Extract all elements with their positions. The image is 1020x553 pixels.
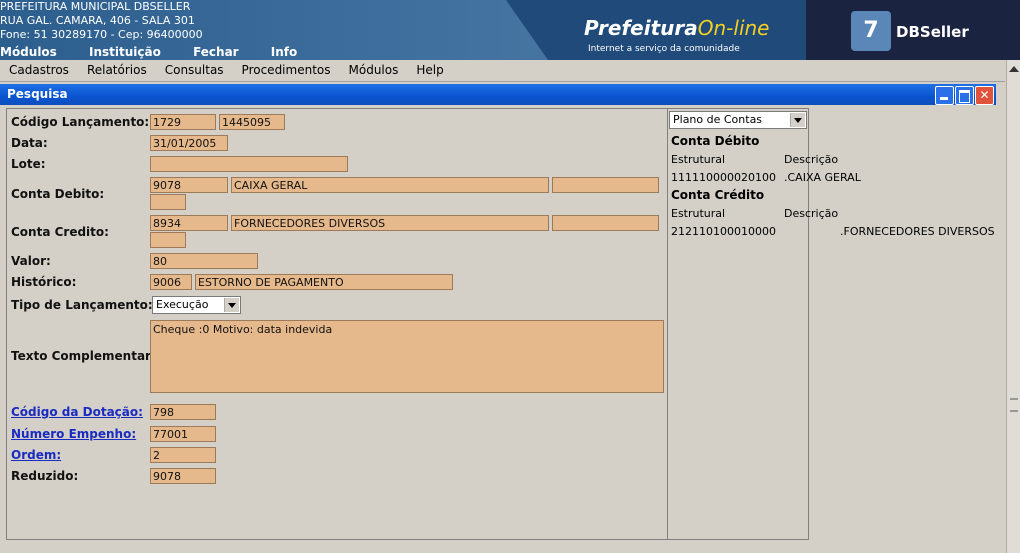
- prefeitura-logo: PrefeituraOn-line: [584, 16, 769, 40]
- historico-text-field[interactable]: ESTORNO DE PAGAMENTO: [195, 274, 453, 290]
- conta-debito-heading: Conta Débito: [671, 134, 760, 148]
- conta-credito-extra-field[interactable]: [552, 215, 659, 231]
- maximize-icon[interactable]: [955, 86, 974, 105]
- tipo-lancamento-selected: Execução: [156, 298, 209, 311]
- top-banner: PREFEITURA MUNICIPAL DBSELLER RUA GAL. C…: [0, 0, 1020, 60]
- ordem-field[interactable]: 2: [150, 447, 216, 463]
- conta-credito-label: Conta Credito:: [11, 225, 109, 239]
- menu-relatorios[interactable]: Relatórios: [78, 60, 156, 77]
- numero-empenho-link[interactable]: Número Empenho:: [11, 427, 136, 441]
- codigo-lancamento-field[interactable]: 1729: [150, 114, 216, 130]
- prefeitura-logo-main: Prefeitura: [584, 16, 698, 40]
- scroll-up-arrow-icon[interactable]: [1009, 66, 1019, 72]
- prefeitura-tagline: Internet a serviço da comunidade: [588, 44, 740, 54]
- reduzido-label: Reduzido:: [11, 469, 79, 483]
- org-phone: Fone: 51 30289170 - Cep: 96400000: [0, 28, 203, 41]
- menu-bar: Cadastros Relatórios Consultas Procedimento…: [0, 60, 1005, 82]
- debito-descricao-value: .CAIXA GERAL: [784, 171, 861, 184]
- org-address: RUA GAL. CAMARA, 406 - SALA 301: [0, 14, 195, 27]
- debito-estrutural-value: 111110000020100: [671, 171, 776, 184]
- historico-label: Histórico:: [11, 275, 77, 289]
- topnav-modulos[interactable]: Módulos: [0, 45, 57, 59]
- conta-credito-extra2-field[interactable]: [150, 232, 186, 248]
- credito-col-descricao: Descrição: [784, 207, 839, 220]
- credito-descricao-value: .FORNECEDORES DIVERSOS: [840, 225, 995, 238]
- plano-contas-panel: Plano de Contas Conta Débito Estrutural …: [667, 108, 995, 540]
- credito-col-estrutural: Estrutural: [671, 207, 726, 220]
- page-scrollbar[interactable]: [1006, 60, 1020, 553]
- lote-field[interactable]: [150, 156, 348, 172]
- topnav-info[interactable]: Info: [271, 45, 297, 59]
- codigo-lancamento-label: Código Lançamento:: [11, 115, 150, 129]
- conta-credito-code-field[interactable]: 8934: [150, 215, 228, 231]
- menu-procedimentos[interactable]: Procedimentos: [233, 60, 340, 77]
- menu-cadastros[interactable]: Cadastros: [0, 60, 78, 77]
- menu-help[interactable]: Help: [407, 60, 452, 77]
- prefeitura-logo-accent: On-line: [697, 16, 770, 40]
- topnav-instituicao[interactable]: Instituição: [89, 45, 161, 59]
- data-label: Data:: [11, 136, 48, 150]
- lote-label: Lote:: [11, 157, 46, 171]
- close-icon[interactable]: ✕: [975, 86, 994, 105]
- org-name: PREFEITURA MUNICIPAL DBSELLER: [0, 0, 191, 13]
- top-nav: Módulos Instituição Fechar Info: [0, 45, 325, 59]
- menu-modulos[interactable]: Módulos: [340, 60, 408, 77]
- window-titlebar: Pesquisa ✕: [0, 84, 996, 105]
- tipo-lancamento-select[interactable]: Execução: [152, 296, 241, 314]
- conta-credito-name-field[interactable]: FORNECEDORES DIVERSOS: [231, 215, 549, 231]
- window-title: Pesquisa: [7, 87, 68, 101]
- codigo-dotacao-field[interactable]: 798: [150, 404, 216, 420]
- valor-label: Valor:: [11, 254, 51, 268]
- conta-debito-name-field[interactable]: CAIXA GERAL: [231, 177, 549, 193]
- conta-debito-label: Conta Debito:: [11, 187, 105, 201]
- credito-estrutural-value: 212110100010000: [671, 225, 776, 238]
- org-info: PREFEITURA MUNICIPAL DBSELLER RUA GAL. C…: [0, 0, 203, 42]
- plano-contas-selected: Plano de Contas: [673, 113, 763, 126]
- numero-empenho-field[interactable]: 77001: [150, 426, 216, 442]
- codigo-lancamento-secondary-field[interactable]: 1445095: [219, 114, 285, 130]
- tipo-lancamento-label: Tipo de Lançamento:: [11, 298, 153, 312]
- debito-col-estrutural: Estrutural: [671, 153, 726, 166]
- conta-debito-extra-field[interactable]: [552, 177, 659, 193]
- ordem-link[interactable]: Ordem:: [11, 448, 61, 462]
- menu-consultas[interactable]: Consultas: [156, 60, 233, 77]
- dropdown-arrow-icon[interactable]: [224, 298, 239, 312]
- conta-debito-extra2-field[interactable]: [150, 194, 186, 210]
- minimize-icon[interactable]: [935, 86, 954, 105]
- historico-code-field[interactable]: 9006: [150, 274, 192, 290]
- data-field[interactable]: 31/01/2005: [150, 135, 228, 151]
- codigo-dotacao-link[interactable]: Código da Dotação:: [11, 405, 143, 419]
- dropdown-arrow-icon[interactable]: [790, 113, 805, 127]
- topnav-fechar[interactable]: Fechar: [193, 45, 239, 59]
- debito-col-descricao: Descrição: [784, 153, 839, 166]
- conta-credito-heading: Conta Crédito: [671, 188, 765, 202]
- conta-debito-code-field[interactable]: 9078: [150, 177, 228, 193]
- form-panel: Código Lançamento: 1729 1445095 Data: 31…: [6, 108, 668, 540]
- plano-contas-select[interactable]: Plano de Contas: [669, 111, 807, 129]
- dbseller-logo-icon: 7: [851, 11, 891, 51]
- dbseller-logo-text: DBSeller: [896, 23, 969, 41]
- texto-complementar-textarea[interactable]: Cheque :0 Motivo: data indevida: [150, 320, 664, 393]
- scroll-grip-icon[interactable]: [1010, 398, 1018, 412]
- valor-field[interactable]: 80: [150, 253, 258, 269]
- reduzido-field[interactable]: 9078: [150, 468, 216, 484]
- texto-complementar-label: Texto Complementar:: [11, 349, 156, 363]
